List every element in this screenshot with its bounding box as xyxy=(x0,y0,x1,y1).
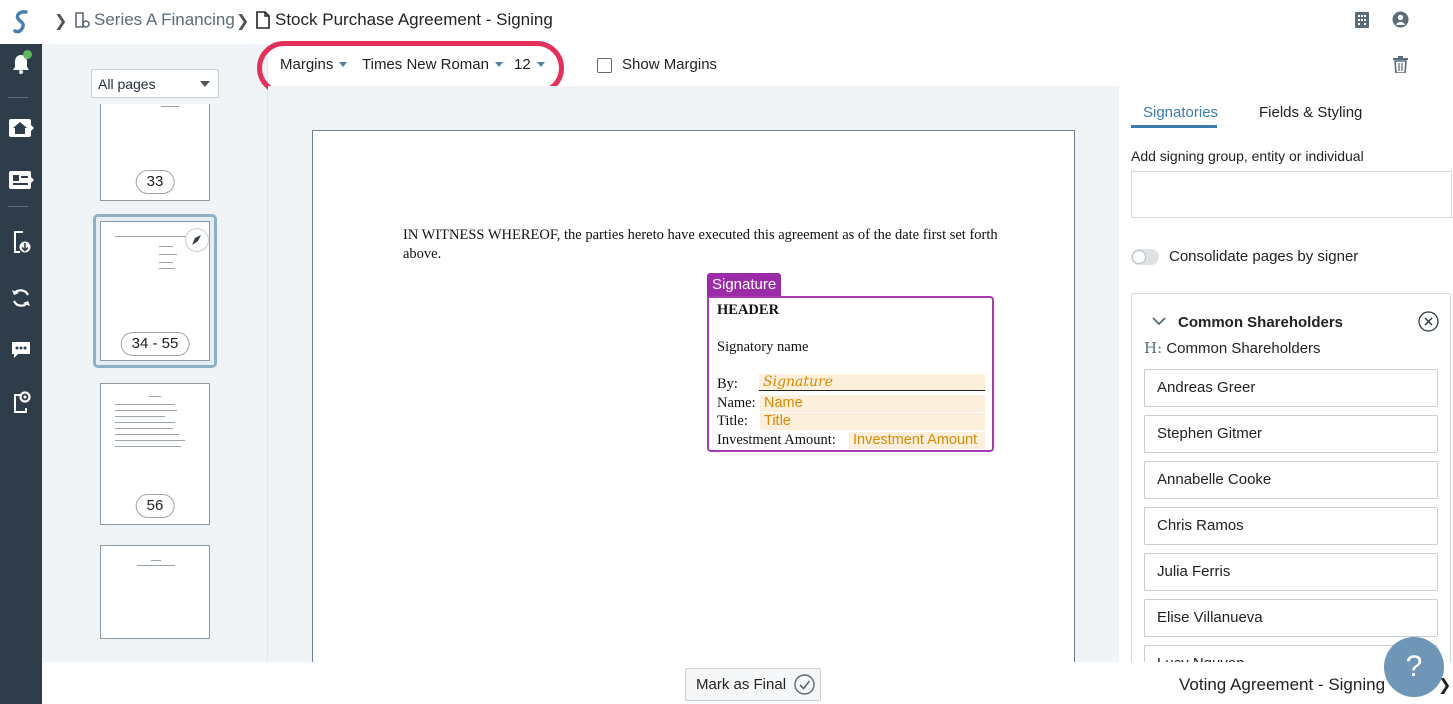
next-document-link[interactable]: Voting Agreement - Signing - xyxy=(1179,675,1395,695)
signer-item[interactable]: Chris Ramos xyxy=(1144,507,1438,545)
help-label: ? xyxy=(1405,650,1423,683)
page-thumbnail[interactable]: 33 xyxy=(100,104,210,201)
signer-item[interactable]: Elise Villanueva xyxy=(1144,599,1438,637)
help-button[interactable]: ? xyxy=(1384,637,1444,697)
user-account-button[interactable] xyxy=(1392,11,1409,33)
document-list-icon xyxy=(9,171,34,189)
nav-rail xyxy=(0,0,42,704)
investment-amount-field[interactable]: Investment Amount xyxy=(849,432,985,449)
show-margins-label: Show Margins xyxy=(622,56,717,73)
add-signer-label: Add signing group, entity or individual xyxy=(1131,148,1364,164)
nav-sync[interactable] xyxy=(0,278,42,318)
delete-button[interactable] xyxy=(1393,56,1408,78)
mark-as-final-label: Mark as Final xyxy=(696,676,787,693)
page-thumbnail-selected[interactable]: 34 - 55 xyxy=(100,221,210,361)
header-prefix: H: xyxy=(1144,339,1163,357)
chevron-down-icon[interactable] xyxy=(1152,316,1166,326)
document-body-text: IN WITNESS WHEREOF, the parties hereto h… xyxy=(403,227,998,262)
page-thumbnail[interactable]: 56 xyxy=(100,383,210,525)
title-label: Title: xyxy=(717,413,748,429)
header-value: Common Shareholders xyxy=(1166,340,1321,357)
next-document-label: Voting Agreement - Signing - xyxy=(1179,675,1396,694)
page-thumbnail[interactable] xyxy=(100,545,210,639)
signing-group-header: H: Common Shareholders xyxy=(1144,339,1321,357)
page-thumbnails: All pages 33 34 - 55 56 xyxy=(42,44,268,662)
organization-button[interactable] xyxy=(1354,11,1370,34)
title-field[interactable]: Title xyxy=(760,413,985,430)
signatory-name: Signatory name xyxy=(717,339,809,355)
page-number: 33 xyxy=(135,170,175,194)
page-title: Stock Purchase Agreement - Signing xyxy=(275,10,553,29)
signature-header: HEADER xyxy=(717,302,780,318)
investment-amount-label: Investment Amount: xyxy=(717,432,836,448)
nav-home[interactable] xyxy=(0,108,42,148)
chat-icon xyxy=(12,342,30,358)
rail-divider xyxy=(8,206,28,207)
signer-item[interactable]: Andreas Greer xyxy=(1144,369,1438,407)
name-field[interactable]: Name xyxy=(760,395,985,412)
breadcrumb-workspace[interactable]: Series A Financing xyxy=(74,10,235,30)
signer-item[interactable]: Julia Ferris xyxy=(1144,553,1438,591)
signing-group-title: Common Shareholders xyxy=(1178,314,1344,331)
document-settings-icon xyxy=(14,391,31,413)
app-logo[interactable] xyxy=(0,0,42,44)
mark-as-final-button[interactable]: Mark as Final xyxy=(685,668,821,701)
nav-download[interactable] xyxy=(0,222,42,262)
signature-field[interactable]: Signature xyxy=(759,374,985,391)
active-tab-indicator xyxy=(1131,125,1217,128)
signer-item[interactable]: Annabelle Cooke xyxy=(1144,461,1438,499)
remove-group-icon[interactable] xyxy=(1418,311,1439,332)
notification-dot xyxy=(23,50,32,59)
user-icon xyxy=(1392,11,1409,28)
download-document-icon xyxy=(14,231,31,253)
chevron-down-icon xyxy=(200,81,210,87)
breadcrumb-workspace-label: Series A Financing xyxy=(94,10,235,29)
page-number: 34 - 55 xyxy=(120,332,190,356)
trash-icon xyxy=(1393,56,1408,74)
tab-fields-styling[interactable]: Fields & Styling xyxy=(1259,104,1362,121)
signer-item[interactable]: Stephen Gitmer xyxy=(1144,415,1438,453)
nav-settings[interactable] xyxy=(0,382,42,422)
show-margins-text: Show Margins xyxy=(622,56,718,73)
name-label: Name: xyxy=(717,395,756,411)
nav-documents[interactable] xyxy=(0,160,42,200)
signature-block-tag[interactable]: Signature xyxy=(707,273,782,297)
consolidate-toggle[interactable] xyxy=(1131,249,1159,265)
top-bar: ❯ Series A Financing ❯ Stock Purchase Ag… xyxy=(42,0,1453,44)
tab-signatories[interactable]: Signatories xyxy=(1143,104,1218,121)
show-margins-checkbox[interactable] xyxy=(597,58,612,73)
workspace-icon xyxy=(75,12,90,28)
file-icon xyxy=(256,11,270,29)
pen-nib-icon xyxy=(185,228,209,252)
chevron-right-icon: ❯ xyxy=(54,13,68,30)
signing-group-card: Common Shareholders H: Common Shareholde… xyxy=(1131,293,1451,662)
check-circle-icon xyxy=(794,674,815,695)
signatories-panel: Signatories Fields & Styling Add signing… xyxy=(1119,86,1453,662)
breadcrumb-document: Stock Purchase Agreement - Signing xyxy=(256,10,553,30)
chevron-right-icon: ❯ xyxy=(236,13,250,30)
consolidate-label: Consolidate pages by signer xyxy=(1169,248,1359,265)
home-icon xyxy=(9,119,34,137)
by-label: By: xyxy=(717,376,738,392)
sync-icon xyxy=(12,289,30,307)
logo-icon xyxy=(13,10,28,34)
add-signer-input[interactable] xyxy=(1131,171,1452,218)
nav-comments[interactable] xyxy=(0,330,42,370)
page-number: 56 xyxy=(135,494,175,518)
pages-filter-select[interactable]: All pages xyxy=(91,69,219,98)
signature-block[interactable]: HEADER Signatory name By: Signature Name… xyxy=(707,296,994,452)
notifications-button[interactable] xyxy=(0,44,42,84)
building-icon xyxy=(1355,12,1369,28)
pages-filter-value: All pages xyxy=(98,76,156,92)
rail-divider xyxy=(8,97,28,98)
